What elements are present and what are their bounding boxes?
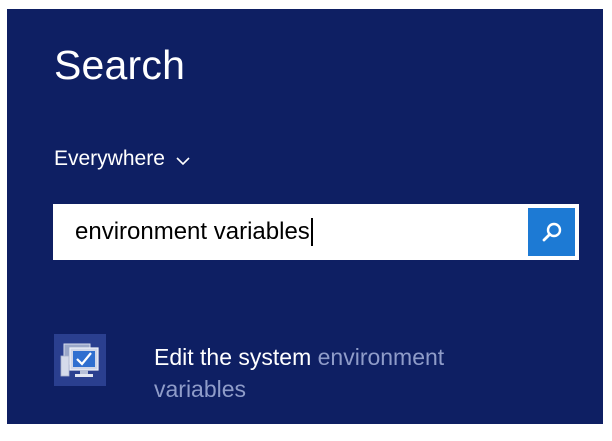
scope-dropdown[interactable]: Everywhere [54,146,191,172]
result-label-match: environment [311,344,445,370]
search-button[interactable] [528,208,575,256]
search-pane: Search Everywhere environment variables [7,9,603,424]
search-box: environment variables [53,204,579,260]
search-input[interactable]: environment variables [75,218,313,246]
scope-label: Everywhere [54,147,165,170]
search-input-value: environment variables [75,218,310,245]
page-title: Search [54,42,186,88]
result-label-highlight: Edit the system [154,344,312,370]
search-result-label: Edit the system environment variables [154,341,534,405]
text-caret [310,218,313,246]
chevron-down-icon [176,156,190,165]
search-icon [542,222,561,242]
search-result-item[interactable]: Edit the system environment variables [54,334,534,405]
system-monitor-icon [54,334,106,386]
result-label-match-2: variables [154,376,247,402]
